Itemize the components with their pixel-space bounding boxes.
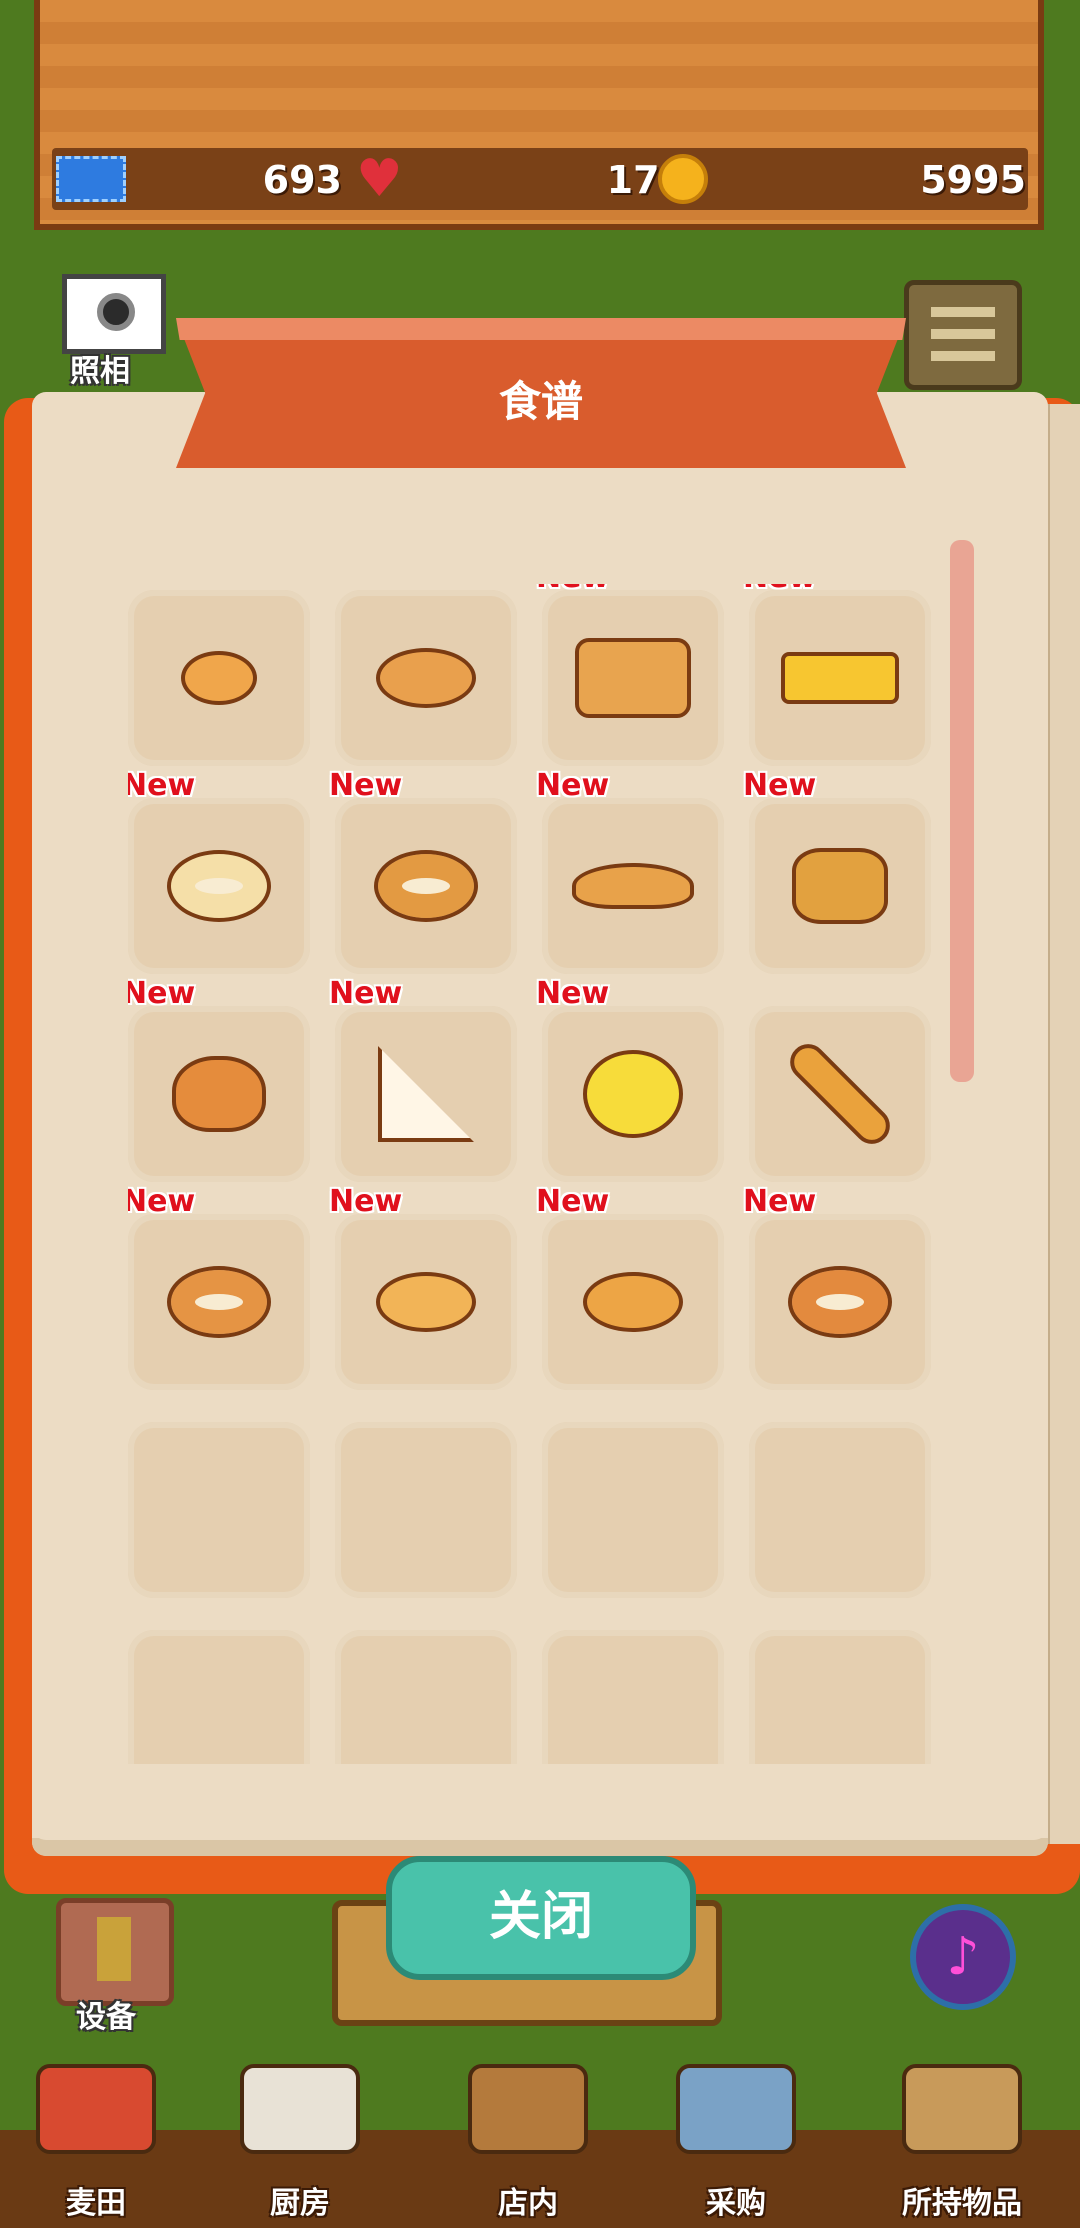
new-badge: New — [329, 768, 403, 803]
coins-value: 5995 — [920, 158, 1026, 202]
recipe-slot-white-loaf[interactable]: New — [536, 584, 724, 766]
recipe-slot-empty — [128, 1422, 310, 1598]
tickets-value: 693 — [262, 158, 342, 202]
new-badge: New — [329, 976, 403, 1011]
new-badge: New — [743, 584, 816, 595]
music-note-icon: ♪ — [946, 1927, 980, 1987]
sprinkle-donut-icon — [167, 1266, 271, 1338]
recipe-slot-donut[interactable]: New — [329, 768, 517, 974]
recipe-list-scrollbar[interactable] — [950, 540, 974, 1082]
nav-label: 厨房 — [270, 2186, 330, 2221]
recipe-slot-empty — [749, 1422, 931, 1598]
nav-bread-basket[interactable]: 店内 — [428, 2064, 628, 2228]
new-badge: New — [128, 768, 196, 803]
menu-button[interactable] — [904, 280, 1022, 390]
music-button[interactable]: ♪ — [910, 1904, 1016, 2010]
butter-roll-icon — [583, 1272, 683, 1332]
recipe-slot-bagel[interactable]: New — [128, 768, 310, 974]
nav-label: 采购 — [706, 2186, 766, 2221]
nav-label: 所持物品 — [902, 2186, 1022, 2221]
melon-pastry-icon — [792, 848, 888, 924]
recipe-slot-baguette[interactable] — [749, 1006, 931, 1182]
new-badge: New — [536, 976, 610, 1011]
equipment-label: 设备 — [76, 2000, 136, 2035]
nav-box[interactable]: 所持物品 — [862, 2064, 1062, 2228]
ticket-icon — [56, 156, 126, 202]
close-button[interactable]: 关闭 — [386, 1856, 696, 1980]
new-badge: New — [743, 1184, 817, 1219]
nav-shopping[interactable]: 采购 — [636, 2064, 836, 2228]
new-badge: New — [536, 584, 609, 595]
recipe-slot-bread-loaf-small[interactable] — [335, 590, 517, 766]
castella-icon — [781, 652, 899, 704]
box-icon — [902, 2064, 1022, 2154]
camera-label: 照相 — [70, 354, 130, 389]
trophy-icon — [97, 1917, 131, 1981]
recipe-slot-croissant[interactable]: New — [536, 768, 724, 974]
nav-label: 店内 — [498, 2186, 558, 2221]
new-badge: New — [329, 1184, 403, 1219]
coin-icon — [658, 154, 708, 204]
recipe-slot-roll[interactable] — [128, 590, 310, 766]
hearts-counter: ♥ 176 — [356, 148, 686, 210]
new-badge: New — [536, 1184, 610, 1219]
roll-icon — [181, 651, 257, 705]
new-badge: New — [128, 976, 196, 1011]
nav-label: 麦田 — [66, 2186, 126, 2221]
recipe-slot-bunny-bread[interactable]: New — [128, 976, 310, 1182]
page-bottom — [32, 1768, 1048, 1838]
recipe-slot-empty — [749, 1630, 931, 1764]
recipe-slot-empty — [128, 1630, 310, 1764]
new-badge: New — [128, 1184, 196, 1219]
shopping-icon — [676, 2064, 796, 2154]
equipment-button[interactable] — [56, 1898, 174, 2006]
bunny-bread-icon — [172, 1056, 266, 1132]
book-page-edge — [1046, 404, 1080, 1844]
recipe-slot-empty — [335, 1422, 517, 1598]
camera-icon — [97, 293, 135, 331]
recipe-slot-butter-roll[interactable]: New — [536, 1184, 724, 1390]
heart-icon: ♥ — [356, 149, 403, 209]
baguette-icon — [782, 1036, 898, 1152]
bagel-icon — [167, 850, 271, 922]
resource-bar: 693 ♥ 176 5995 — [52, 148, 1028, 210]
new-badge: New — [743, 768, 817, 803]
donut-icon — [374, 850, 478, 922]
pizza-bread-icon — [376, 1272, 476, 1332]
recipe-slot-sandwich[interactable]: New — [329, 976, 517, 1182]
tickets-counter: 693 — [52, 148, 342, 210]
ribbon-highlight — [176, 318, 906, 340]
recipe-slot-empty — [542, 1630, 724, 1764]
bread-loaf-small-icon — [376, 648, 476, 708]
bread-basket-icon — [468, 2064, 588, 2154]
melon-bread-icon — [583, 1050, 683, 1138]
recipe-grid: New New New New New New New New New New New New New — [128, 584, 932, 1764]
recipe-slot-empty — [542, 1422, 724, 1598]
camera-button[interactable] — [62, 274, 166, 354]
coins-counter: 5995 — [658, 148, 1026, 210]
kitchen-icon — [240, 2064, 360, 2154]
recipe-book-title: 食谱 — [498, 377, 583, 426]
recipe-slot-melon-bread[interactable]: New — [536, 976, 724, 1182]
sandwich-icon — [378, 1046, 474, 1142]
nav-wheat-field[interactable]: 麦田 — [0, 2064, 196, 2228]
recipe-slot-castella[interactable]: New — [743, 584, 931, 766]
white-loaf-icon — [575, 638, 691, 718]
new-badge: New — [536, 768, 610, 803]
nav-kitchen[interactable]: 厨房 — [200, 2064, 400, 2228]
recipe-slot-sprinkle-donut[interactable]: New — [128, 1184, 310, 1390]
recipe-slot-empty — [335, 1630, 517, 1764]
wheat-field-icon — [36, 2064, 156, 2154]
recipe-slot-pizza-bread[interactable]: New — [329, 1184, 517, 1390]
recipe-slot-jam-danish[interactable]: New — [743, 1184, 931, 1390]
recipe-slot-melon-pastry[interactable]: New — [743, 768, 931, 974]
croissant-icon — [572, 863, 694, 909]
jam-danish-icon — [788, 1266, 892, 1338]
